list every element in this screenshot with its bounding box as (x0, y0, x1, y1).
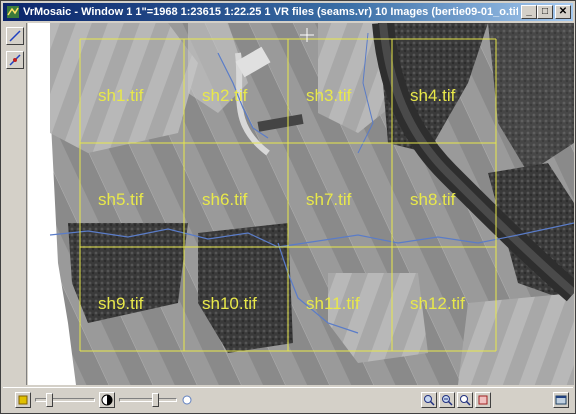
brightness-icon (18, 395, 28, 405)
zoom-fit-button[interactable] (457, 392, 473, 408)
maximize-button[interactable]: □ (537, 5, 553, 19)
mosaic-canvas[interactable]: sh1.tif sh2.tif sh3.tif sh4.tif sh5.tif sh6.t… (28, 23, 574, 385)
brightness-slider-thumb[interactable] (45, 393, 53, 407)
aerial-mosaic-view[interactable]: sh1.tif sh2.tif sh3.tif sh4.tif sh5.tif sh6.t… (28, 23, 574, 385)
brightness-slider-track[interactable] (35, 398, 95, 402)
tile-label-9: sh9.tif (98, 294, 144, 313)
close-button[interactable]: ✕ (555, 5, 571, 19)
tile-label-12: sh12.tif (410, 294, 465, 313)
contrast-slider-track[interactable] (119, 398, 177, 402)
zoom-in-button[interactable] (421, 392, 437, 408)
line-tool-icon (9, 30, 21, 42)
contrast-button[interactable] (99, 392, 115, 408)
window-title: VrMosaic - Window 1 1"=1968 1:23615 1:22… (23, 6, 518, 18)
reset-adjust-icon[interactable] (181, 394, 193, 406)
contrast-icon (101, 394, 113, 406)
overview-icon (555, 395, 567, 405)
tile-label-10: sh10.tif (202, 294, 257, 313)
line-tool-button[interactable] (6, 27, 24, 45)
vrmosaic-window: VrMosaic - Window 1 1"=1968 1:23615 1:22… (0, 0, 576, 414)
refresh-button[interactable] (475, 392, 491, 408)
tile-label-2: sh2.tif (202, 86, 248, 105)
tile-label-7: sh7.tif (306, 190, 352, 209)
tile-label-4: sh4.tif (410, 86, 456, 105)
zoom-in-icon (424, 395, 435, 406)
tile-label-5: sh5.tif (98, 190, 144, 209)
tile-label-3: sh3.tif (306, 86, 352, 105)
tile-label-1: sh1.tif (98, 86, 144, 105)
refresh-icon (478, 395, 488, 405)
zoom-out-icon (442, 395, 453, 406)
overview-button[interactable] (553, 392, 569, 408)
status-bar (3, 387, 573, 412)
seam-edit-tool-button[interactable] (6, 51, 24, 69)
brightness-button[interactable] (15, 392, 31, 408)
tile-label-11: sh11.tif (306, 294, 360, 313)
vrmosaic-app-icon (7, 6, 19, 18)
tile-label-6: sh6.tif (202, 190, 248, 209)
tile-label-8: sh8.tif (410, 190, 456, 209)
contrast-slider-thumb[interactable] (152, 393, 160, 407)
seam-edit-tool-icon (9, 54, 21, 66)
left-toolbar (3, 23, 27, 385)
zoom-fit-icon (460, 395, 471, 406)
zoom-out-button[interactable] (439, 392, 455, 408)
minimize-button[interactable]: _ (521, 5, 537, 19)
title-bar[interactable]: VrMosaic - Window 1 1"=1968 1:23615 1:22… (3, 3, 573, 21)
